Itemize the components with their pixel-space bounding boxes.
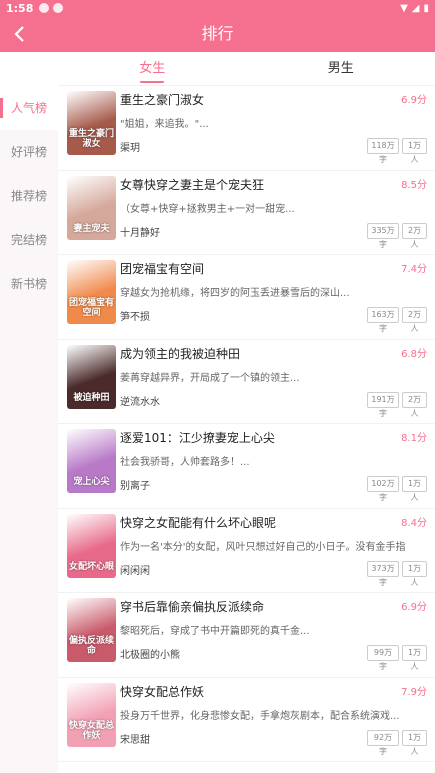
word-count-badge: 191万字 bbox=[367, 391, 399, 418]
book-title[interactable]: 快穿之女配能有什么坏心眼呢 bbox=[120, 514, 276, 531]
tab-female[interactable]: 女生 bbox=[58, 52, 247, 85]
status-bar: 1:58 ▼ ◢ ▮ bbox=[0, 0, 435, 16]
book-title[interactable]: 穿书后靠偷亲偏执反派续命 bbox=[120, 598, 264, 615]
reader-count-badge: 2万人 bbox=[402, 222, 427, 249]
ranking-sidebar: 人气榜 好评榜 推荐榜 完结榜 新书榜 bbox=[0, 86, 58, 773]
battery-icon: ▮ bbox=[423, 2, 429, 14]
word-count-badge: 102万字 bbox=[367, 476, 399, 502]
book-intro: 黎昭死后，穿成了书中开篇即死的真千金... bbox=[120, 626, 310, 637]
word-count-badge: 99万字 bbox=[367, 645, 399, 671]
book-score: 7.9分 bbox=[401, 686, 427, 698]
word-count-badge: 335万字 bbox=[367, 222, 399, 249]
book-author: 闲闲闲 bbox=[120, 565, 150, 577]
book-intro: 投身万千世界，化身悲惨女配，手拿炮灰剧本，配合系统演戏... bbox=[120, 710, 400, 722]
book-cover[interactable]: 团宠福宝有空间 bbox=[67, 260, 116, 324]
book-title[interactable]: 快穿女配总作妖 bbox=[120, 683, 204, 700]
sidebar-item-recommended[interactable]: 推荐榜 bbox=[0, 174, 58, 218]
book-title[interactable]: 团宠福宝有空间 bbox=[120, 260, 204, 277]
book-intro: 社会我骄哥，人帅套路多！... bbox=[120, 457, 250, 468]
tab-male[interactable]: 男生 bbox=[247, 52, 435, 85]
book-item[interactable]: 宠上心尖 逐爱101：江少撩妻宠上心尖 8.1分 社会我骄哥，人帅套路多！...… bbox=[58, 424, 435, 509]
book-cover[interactable]: 被迫种田 bbox=[67, 344, 116, 409]
reader-count-badge: 2万人 bbox=[402, 391, 427, 418]
reader-count-badge: 1万人 bbox=[402, 645, 427, 671]
status-time: 1:58 bbox=[6, 1, 34, 15]
book-list: 重生之豪门淑女 重生之豪门淑女 6.9分 "姐姐，来追我。"... 渠玥 118… bbox=[58, 86, 435, 773]
cover-title: 偏执反派续命 bbox=[69, 636, 115, 656]
reader-count-badge: 1万人 bbox=[402, 560, 427, 587]
reader-count-badge: 2万人 bbox=[402, 307, 427, 333]
cover-title: 女配坏心眼 bbox=[69, 561, 115, 572]
page-title: 排行 bbox=[201, 24, 234, 43]
book-author: 笋不损 bbox=[120, 312, 150, 323]
book-item[interactable]: 女配坏心眼 快穿之女配能有什么坏心眼呢 8.4分 作为一名'本分'的女配，风叶只… bbox=[58, 509, 435, 593]
app-bar: 排行 bbox=[0, 16, 435, 52]
cover-title: 团宠福宝有空间 bbox=[69, 298, 115, 318]
book-cover[interactable]: 重生之豪门淑女 bbox=[67, 91, 116, 155]
book-item[interactable]: 重生之豪门淑女 重生之豪门淑女 6.9分 "姐姐，来追我。"... 渠玥 118… bbox=[58, 86, 435, 171]
book-item[interactable]: 团宠福宝有空间 团宠福宝有空间 7.4分 穿越女为抢机缘，将四岁的阿玉丢进暴雪后… bbox=[58, 255, 435, 340]
book-cover[interactable]: 宠上心尖 bbox=[67, 429, 116, 493]
book-author: 十月静好 bbox=[120, 227, 160, 239]
book-title[interactable]: 重生之豪门淑女 bbox=[120, 91, 204, 108]
book-author: 北极圈的小熊 bbox=[120, 650, 180, 661]
book-author: 渠玥 bbox=[120, 143, 140, 154]
cover-title: 妻主宠夫 bbox=[73, 223, 110, 234]
book-item[interactable]: 偏执反派续命 穿书后靠偷亲偏执反派续命 6.9分 黎昭死后，穿成了书中开篇即死的… bbox=[58, 593, 435, 678]
reader-count-badge: 1万人 bbox=[402, 476, 427, 502]
book-cover[interactable]: 妻主宠夫 bbox=[67, 175, 116, 240]
book-score: 6.9分 bbox=[401, 602, 427, 613]
signal-icon: ◢ bbox=[411, 2, 420, 14]
gender-tabs: 女生 男生 bbox=[58, 52, 435, 86]
book-intro: （女尊+快穿+拯救男主+一对一甜宠... bbox=[120, 203, 295, 215]
book-score: 8.1分 bbox=[401, 433, 427, 444]
book-intro: 作为一名'本分'的女配，风叶只想过好自己的小日子。没有金手指 bbox=[120, 541, 406, 553]
word-count-badge: 163万字 bbox=[367, 307, 399, 333]
book-score: 6.8分 bbox=[401, 348, 427, 360]
sidebar-item-finished[interactable]: 完结榜 bbox=[0, 218, 58, 262]
book-title[interactable]: 成为领主的我被迫种田 bbox=[120, 345, 240, 362]
notification-icon bbox=[53, 3, 64, 13]
book-item[interactable]: 妻主宠夫 女尊快穿之妻主是个宠夫狂 8.5分 （女尊+快穿+拯救男主+一对一甜宠… bbox=[58, 171, 435, 255]
book-author: 别离子 bbox=[120, 481, 150, 492]
status-icons: ▼ ◢ ▮ bbox=[400, 3, 429, 14]
book-cover[interactable]: 偏执反派续命 bbox=[67, 598, 116, 662]
notification-icon bbox=[39, 3, 50, 13]
book-title[interactable]: 逐爱101：江少撩妻宠上心尖 bbox=[120, 429, 275, 446]
cover-title: 宠上心尖 bbox=[73, 477, 110, 487]
book-score: 6.9分 bbox=[401, 95, 427, 106]
book-score: 8.5分 bbox=[401, 179, 427, 191]
book-score: 8.4分 bbox=[401, 517, 427, 529]
book-item[interactable]: 快穿女配总作妖 快穿女配总作妖 7.9分 投身万千世界，化身悲惨女配，手拿炮灰剧… bbox=[58, 678, 435, 762]
book-intro: 穿越女为抢机缘，将四岁的阿玉丢进暴雪后的深山... bbox=[120, 288, 350, 299]
cover-title: 快穿女配总作妖 bbox=[69, 720, 115, 741]
book-score: 7.4分 bbox=[401, 264, 427, 275]
sidebar-item-new[interactable]: 新书榜 bbox=[0, 262, 58, 306]
book-title[interactable]: 女尊快穿之妻主是个宠夫狂 bbox=[120, 176, 264, 193]
cover-title: 重生之豪门淑女 bbox=[69, 129, 115, 149]
book-intro: "姐姐，来追我。"... bbox=[120, 119, 209, 130]
book-intro: 姜苒穿越异界，开局成了一个镇的领主... bbox=[120, 372, 300, 384]
book-author: 逆流水水 bbox=[120, 396, 160, 408]
sidebar-item-rated[interactable]: 好评榜 bbox=[0, 130, 58, 174]
word-count-badge: 92万字 bbox=[367, 729, 399, 756]
word-count-badge: 118万字 bbox=[367, 138, 399, 164]
word-count-badge: 373万字 bbox=[367, 560, 399, 587]
wifi-icon: ▼ bbox=[400, 2, 408, 14]
book-item[interactable]: 被迫种田 成为领主的我被迫种田 6.8分 姜苒穿越异界，开局成了一个镇的领主..… bbox=[58, 340, 435, 424]
book-cover[interactable]: 女配坏心眼 bbox=[67, 513, 116, 578]
reader-count-badge: 1万人 bbox=[402, 138, 427, 164]
sidebar-item-popular[interactable]: 人气榜 bbox=[0, 86, 58, 130]
book-cover[interactable]: 快穿女配总作妖 bbox=[67, 682, 116, 747]
cover-title: 被迫种田 bbox=[73, 392, 110, 403]
reader-count-badge: 1万人 bbox=[402, 729, 427, 756]
book-author: 宋思甜 bbox=[120, 734, 150, 746]
